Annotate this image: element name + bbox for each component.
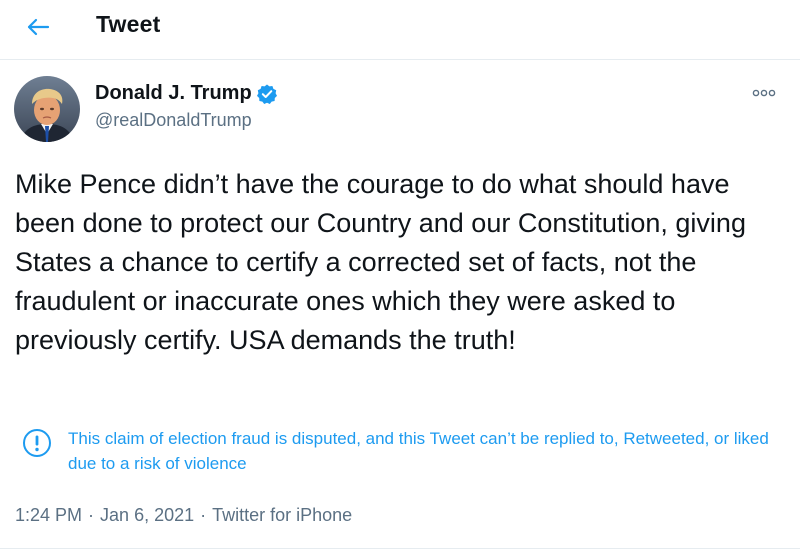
tweet-time[interactable]: 1:24 PM: [15, 505, 82, 526]
author-handle[interactable]: @realDonaldTrump: [95, 110, 252, 131]
avatar[interactable]: [14, 76, 80, 142]
back-button[interactable]: [18, 10, 58, 44]
separator: ·: [200, 505, 207, 525]
avatar-image: [14, 76, 80, 142]
author-display-name[interactable]: Donald J. Trump: [95, 82, 278, 105]
tweet-text: Mike Pence didn’t have the courage to do…: [15, 169, 746, 355]
arrow-left-icon: [27, 18, 50, 36]
more-options-button[interactable]: [750, 84, 778, 102]
more-options-icon: [752, 89, 776, 97]
page-title: Tweet: [96, 11, 161, 37]
separator: ·: [88, 505, 95, 525]
notice-text: This claim of election fraud is disputed…: [68, 429, 769, 473]
disputed-claim-notice[interactable]: This claim of election fraud is disputed…: [22, 426, 792, 476]
tweet-date[interactable]: Jan 6, 2021: [100, 505, 194, 526]
tweet-source[interactable]: Twitter for iPhone: [212, 505, 352, 526]
alert-circle-icon: [23, 429, 51, 457]
header-bar: Tweet: [0, 0, 800, 60]
verified-badge-icon: [256, 83, 278, 105]
author-name-text: Donald J. Trump: [95, 82, 252, 104]
tweet-metadata: 1:24 PM · Jan 6, 2021 · Twitter for iPho…: [15, 505, 352, 526]
divider: [0, 548, 800, 549]
